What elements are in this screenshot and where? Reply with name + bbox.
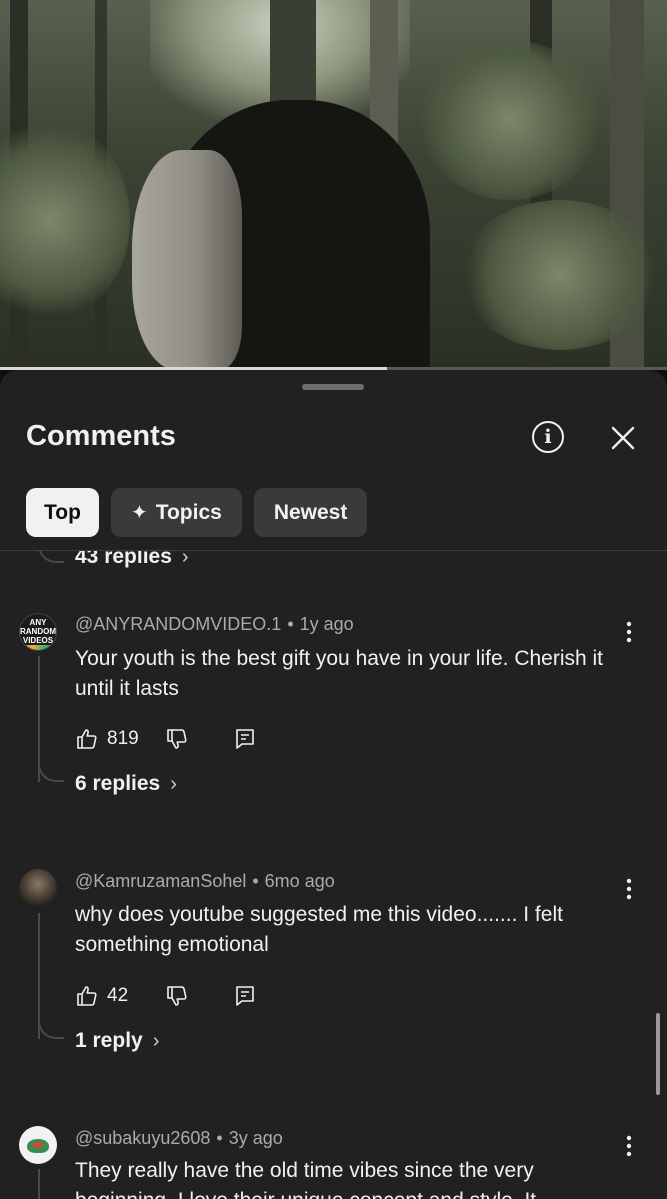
sparkle-icon: ✦ [130, 502, 148, 524]
comment-age: 1y ago [299, 614, 354, 634]
avatar-stripe [20, 645, 56, 650]
video-foliage [460, 200, 660, 350]
chip-newest[interactable]: Newest [253, 488, 368, 537]
video-foliage [420, 40, 600, 200]
replies-label: 43 replies [75, 551, 172, 568]
comment-actions: 819 [75, 724, 257, 754]
more-options-icon[interactable] [617, 620, 641, 644]
separator-dot: • [252, 871, 259, 891]
chevron-right-icon: › [181, 551, 189, 568]
comment-author[interactable]: @subakuyu2608 [75, 1128, 210, 1148]
comments-sheet: Comments i Top ✦ Topics Newest 43 replie… [0, 370, 667, 1199]
info-glyph: i [544, 425, 552, 448]
sheet-drag-handle[interactable] [302, 384, 364, 390]
replies-label: 1 reply [75, 1029, 143, 1052]
like-button[interactable]: 819 [75, 727, 139, 751]
chip-newest-label: Newest [273, 500, 348, 524]
view-replies-button[interactable]: 43 replies › [75, 551, 189, 569]
avatar-text-line: ANY [29, 618, 47, 627]
thread-connector [38, 760, 64, 782]
reply-icon[interactable] [233, 984, 257, 1008]
replies-label: 6 replies [75, 772, 161, 795]
sheet-title: Comments [26, 420, 176, 452]
avatar[interactable] [19, 1126, 57, 1164]
comment-author[interactable]: @ANYRANDOMVIDEO.1 [75, 614, 281, 634]
sort-chips: Top ✦ Topics Newest [26, 488, 368, 537]
separator-dot: • [287, 614, 294, 634]
comment-meta: @subakuyu2608 • 3y ago [75, 1128, 283, 1149]
avatar[interactable] [19, 869, 57, 907]
thumbs-up-icon [77, 729, 97, 749]
thread-connector [38, 551, 64, 563]
avatar-graphic [33, 1142, 43, 1148]
avatar-text-line: RANDOM [20, 627, 56, 636]
scrollbar-thumb[interactable] [656, 1013, 660, 1095]
view-replies-button[interactable]: 6 replies › [75, 772, 177, 796]
like-button[interactable]: 42 [75, 984, 128, 1008]
like-count: 819 [107, 728, 139, 749]
chevron-right-icon: › [152, 1029, 160, 1052]
close-icon[interactable] [608, 423, 638, 453]
chip-top-label: Top [44, 500, 81, 524]
comment-meta: @ANYRANDOMVIDEO.1 • 1y ago [75, 614, 354, 635]
thread-connector [38, 1017, 64, 1039]
more-options-icon[interactable] [617, 877, 641, 901]
comment-actions: 42 [75, 981, 257, 1011]
comment-age: 6mo ago [264, 871, 335, 891]
comment-age: 3y ago [228, 1128, 283, 1148]
comment-text: They really have the old time vibes sinc… [75, 1159, 536, 1199]
separator-dot: • [216, 1128, 223, 1148]
more-icon-svg [626, 1135, 632, 1157]
thumbs-up-icon [77, 986, 97, 1006]
chip-top[interactable]: Top [26, 488, 99, 537]
comments-list[interactable]: 43 replies › ANY RANDOM VIDEOS @ANYRANDO… [0, 551, 667, 1199]
comment-author[interactable]: @KamruzamanSohel [75, 871, 246, 891]
video-foliage [0, 120, 130, 320]
comment-text: why does youtube suggested me this video… [75, 903, 563, 956]
reply-icon[interactable] [233, 727, 257, 751]
comment-meta: @KamruzamanSohel • 6mo ago [75, 871, 335, 892]
more-icon-svg [626, 621, 632, 643]
thumbs-down-icon[interactable] [165, 984, 189, 1008]
close-icon-svg [611, 426, 635, 450]
more-options-icon[interactable] [617, 1134, 641, 1158]
thumbs-down-icon[interactable] [165, 727, 189, 751]
avatar[interactable]: ANY RANDOM VIDEOS [19, 613, 57, 651]
video-subject-face [132, 150, 242, 370]
comment-text: Your youth is the best gift you have in … [75, 647, 604, 700]
chip-topics[interactable]: ✦ Topics [110, 488, 242, 537]
chip-topics-label: Topics [155, 500, 222, 524]
like-count: 42 [107, 985, 129, 1006]
thread-line [38, 1169, 40, 1199]
info-circle-icon[interactable]: i [532, 421, 564, 453]
more-icon-svg [626, 878, 632, 900]
chevron-right-icon: › [170, 772, 177, 795]
video-player[interactable] [0, 0, 667, 370]
view-replies-button[interactable]: 1 reply › [75, 1029, 159, 1053]
avatar-text-line: VIDEOS [22, 636, 54, 645]
